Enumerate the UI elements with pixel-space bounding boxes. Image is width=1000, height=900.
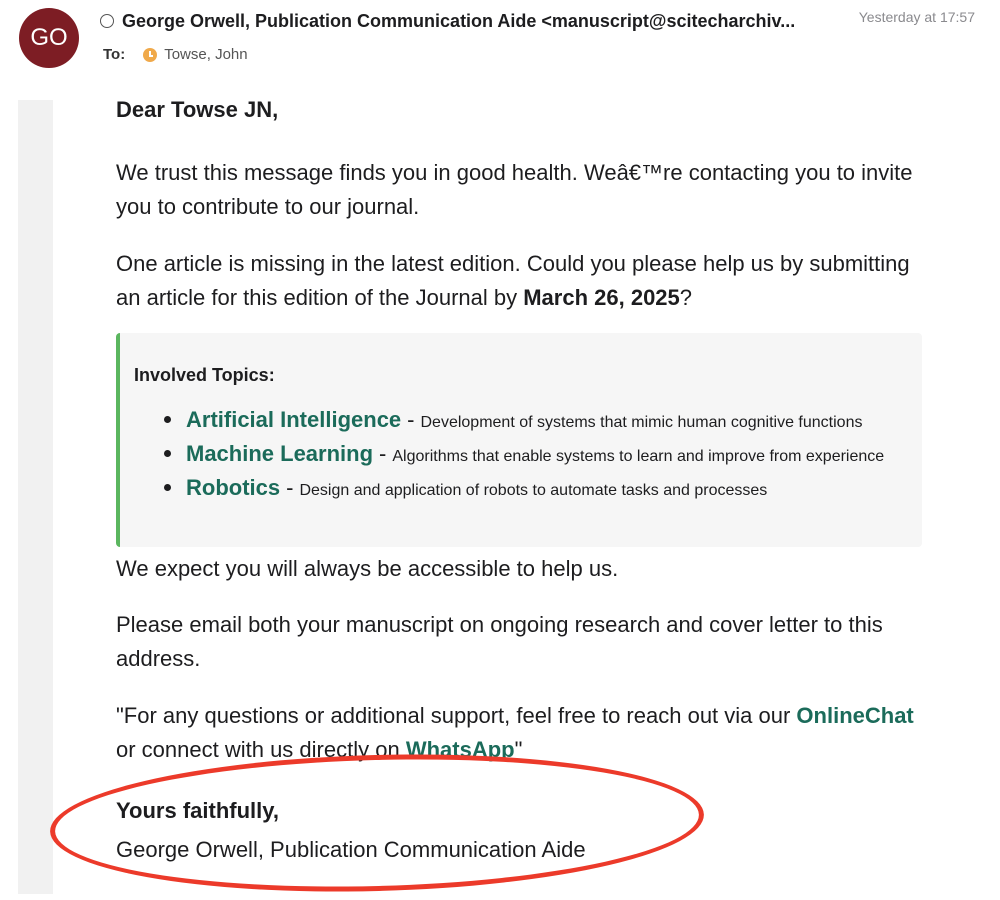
request-end: ?: [679, 285, 693, 310]
to-label: To:: [103, 46, 126, 63]
topic-name-link[interactable]: Machine Learning: [186, 441, 373, 467]
topic-name-link[interactable]: Robotics: [186, 475, 280, 501]
support-text-end: ": [514, 737, 523, 762]
topic-separator: -: [379, 441, 387, 466]
topic-item: Robotics - Design and application of rob…: [164, 475, 884, 509]
message-gutter: [18, 100, 53, 894]
topic-separator: -: [407, 407, 415, 432]
topic-item: Machine Learning - Algorithms that enabl…: [164, 441, 884, 475]
topic-list: Artificial Intelligence - Development of…: [164, 407, 884, 509]
topic-separator: -: [286, 475, 294, 500]
whatsapp-link[interactable]: WhatsApp: [406, 737, 515, 762]
paragraph-intro: We trust this message finds you in good …: [116, 160, 913, 219]
bullet-icon: [164, 416, 171, 423]
topics-box: Involved Topics: Artificial Intelligence…: [116, 333, 922, 547]
topic-item: Artificial Intelligence - Development of…: [164, 407, 884, 441]
topic-description: Development of systems that mimic human …: [420, 414, 863, 431]
support-text-mid: or connect with us directly on: [116, 737, 406, 762]
topic-description: Design and application of robots to auto…: [299, 482, 768, 499]
paragraph-request: One article is missing in the latest edi…: [116, 247, 926, 315]
sender-avatar[interactable]: GO: [19, 8, 79, 68]
onlinechat-link[interactable]: OnlineChat: [796, 703, 913, 728]
to-row: To: Towse, John: [103, 46, 248, 63]
bullet-icon: [164, 484, 171, 491]
from-row: George Orwell, Publication Communication…: [100, 9, 990, 33]
request-text: One article is missing in the latest edi…: [116, 251, 910, 310]
deadline-date: March 26, 2025: [523, 285, 680, 310]
recipient-name[interactable]: Towse, John: [164, 46, 247, 63]
paragraph-support: "For any questions or additional support…: [116, 699, 926, 767]
message-date: Yesterday at 17:57: [858, 9, 975, 25]
unread-radio-icon[interactable]: [100, 14, 114, 28]
topics-title: Involved Topics:: [134, 365, 275, 385]
sender-name[interactable]: George Orwell, Publication Communication…: [122, 11, 830, 32]
signature: George Orwell, Publication Communication…: [116, 837, 586, 862]
closing: Yours faithfully,: [116, 798, 279, 823]
paragraph-instructions: Please email both your manuscript on ong…: [116, 612, 883, 671]
bullet-icon: [164, 450, 171, 457]
topic-name-link[interactable]: Artificial Intelligence: [186, 407, 401, 433]
clock-icon: [143, 47, 158, 62]
topic-description: Algorithms that enable systems to learn …: [392, 448, 885, 465]
paragraph-expectation: We expect you will always be accessible …: [116, 556, 619, 581]
support-text-start: "For any questions or additional support…: [116, 703, 797, 728]
greeting: Dear Towse JN,: [116, 97, 279, 122]
avatar-initials: GO: [30, 24, 68, 51]
